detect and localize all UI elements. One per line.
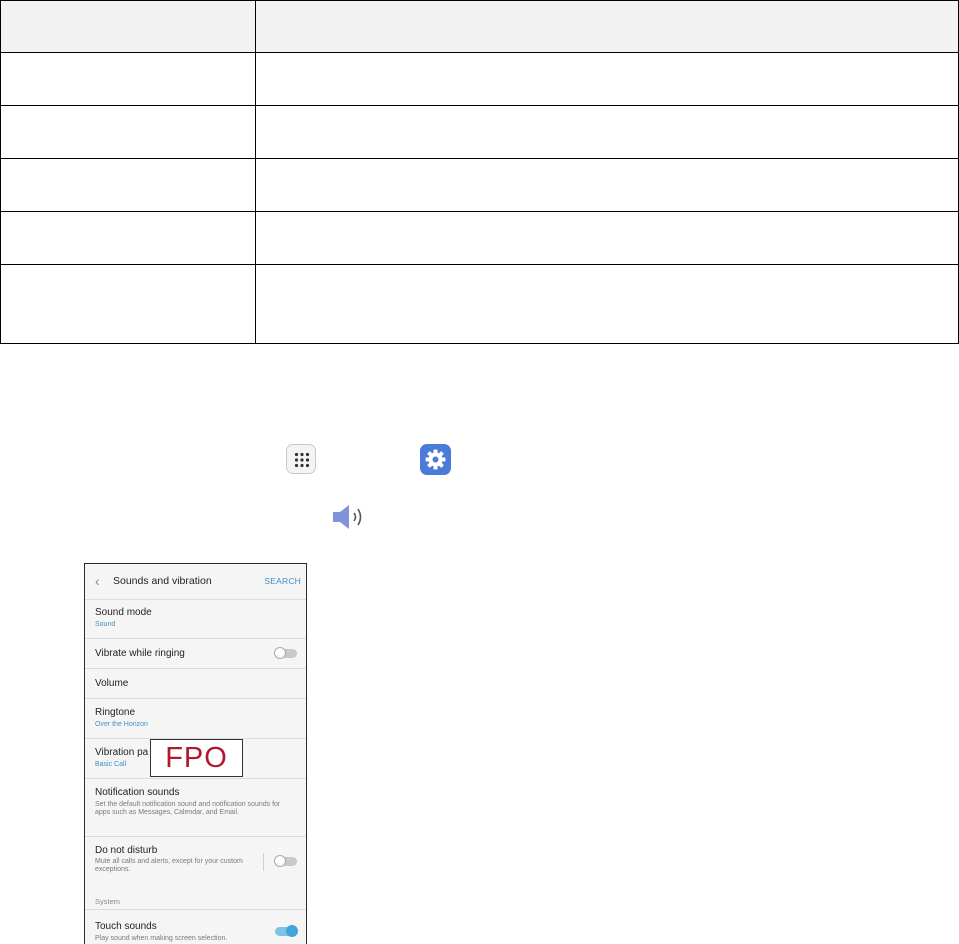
- setting-description: Play sound when making screen selection.: [95, 935, 228, 942]
- table-row: [0, 52, 959, 106]
- setting-volume[interactable]: Volume: [85, 669, 306, 699]
- table-header-cell: [255, 0, 959, 53]
- table-row: [0, 158, 959, 212]
- setting-value: Sound: [95, 621, 116, 628]
- table-cell: [255, 158, 959, 212]
- setting-ringtone[interactable]: Ringtone Over the Horizon: [85, 699, 306, 739]
- vibrate-toggle[interactable]: [274, 647, 297, 659]
- table-cell: [255, 105, 959, 159]
- setting-title: Touch sounds: [95, 921, 157, 932]
- sound-volume-icon: [333, 505, 362, 529]
- fpo-label: FPO: [165, 742, 228, 774]
- setting-description: Set the default notification sound and n…: [95, 801, 281, 817]
- fpo-placeholder-box: FPO: [150, 739, 243, 777]
- table-header-cell: [0, 0, 256, 53]
- toggle-knob: [274, 855, 286, 867]
- touch-sounds-toggle[interactable]: [275, 925, 298, 937]
- setting-value: Over the Horizon: [95, 721, 148, 728]
- table-cell: [255, 52, 959, 106]
- setting-title: Vibrate while ringing: [95, 648, 185, 659]
- document-table: [0, 0, 959, 344]
- toggle-knob: [286, 925, 298, 937]
- table-cell: [0, 158, 256, 212]
- setting-title: Notification sounds: [95, 787, 180, 798]
- table-cell: [0, 105, 256, 159]
- setting-vibrate-while-ringing[interactable]: Vibrate while ringing: [85, 639, 306, 669]
- setting-title: Ringtone: [95, 707, 136, 718]
- do-not-disturb-toggle[interactable]: [274, 855, 297, 867]
- setting-do-not-disturb[interactable]: Do not disturb Mute all calls and alerts…: [85, 837, 306, 883]
- table-cell: [255, 264, 959, 344]
- table-cell: [0, 52, 256, 106]
- page-title: Sounds and vibration: [113, 575, 212, 587]
- setting-notification-sounds[interactable]: Notification sounds Set the default noti…: [85, 779, 306, 837]
- table-row: [0, 264, 959, 344]
- apps-icon: [286, 444, 316, 474]
- setting-sound-mode[interactable]: Sound mode Sound: [85, 599, 306, 639]
- table-cell: [0, 211, 256, 265]
- toggle-knob: [274, 647, 286, 659]
- table-cell: [0, 264, 256, 344]
- table-header-row: [0, 0, 959, 53]
- setting-title: Volume: [95, 678, 129, 689]
- setting-title: Sound mode: [95, 607, 152, 618]
- search-button[interactable]: SEARCH: [264, 576, 301, 586]
- settings-icon: [420, 444, 451, 475]
- section-label-system: System: [95, 897, 121, 906]
- setting-title: Vibration pa: [95, 747, 149, 758]
- back-chevron-icon[interactable]: ‹: [95, 573, 100, 589]
- setting-value: Basic Call: [95, 761, 127, 768]
- table-row: [0, 211, 959, 265]
- setting-title: Do not disturb: [95, 845, 158, 856]
- table-row: [0, 105, 959, 159]
- setting-description: Mute all calls and alerts, except for yo…: [95, 858, 243, 874]
- vertical-divider: [263, 853, 264, 871]
- table-cell: [255, 211, 959, 265]
- setting-touch-sounds[interactable]: Touch sounds Play sound when making scre…: [85, 910, 306, 944]
- app-bar: ‹ Sounds and vibration SEARCH: [85, 564, 306, 600]
